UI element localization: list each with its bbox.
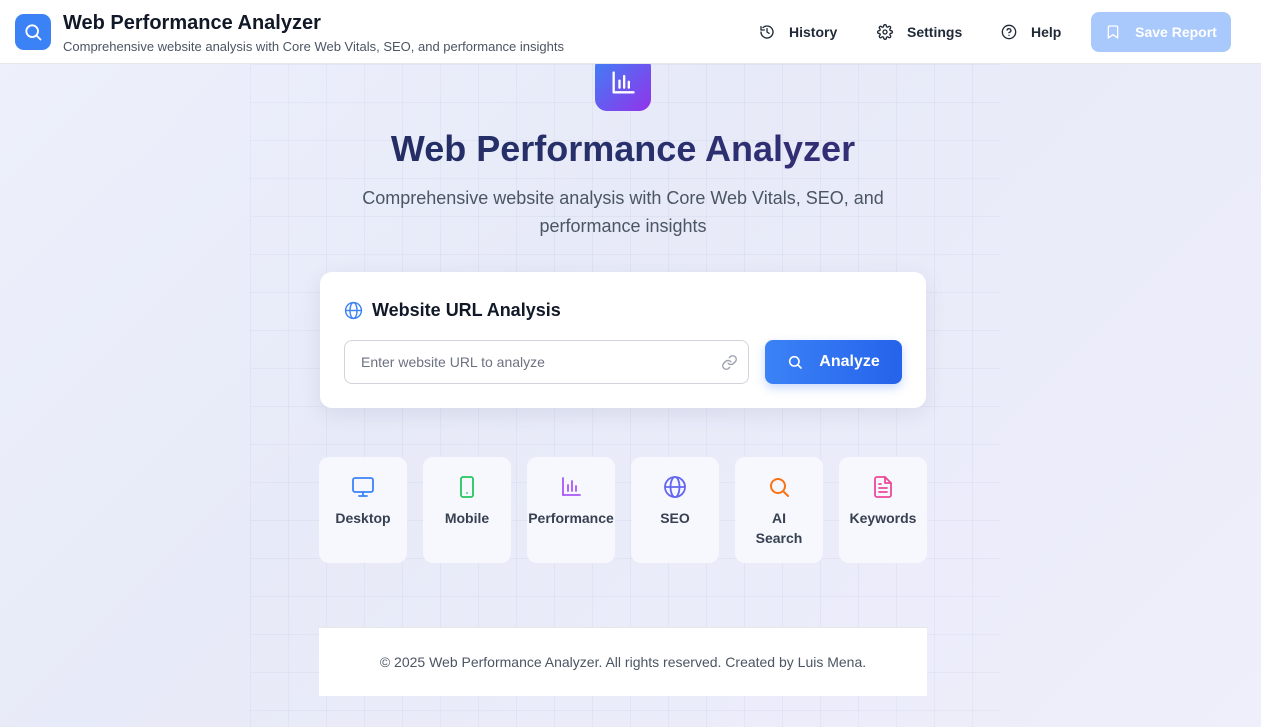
history-label: History [789,24,838,40]
feature-tile-seo: SEO [631,457,719,563]
settings-button[interactable]: Settings [877,20,962,44]
feature-tile-mobile: Mobile [423,457,511,563]
monitor-icon [352,477,374,497]
feature-tile-performance: Performance [527,457,615,563]
feature-label: Performance [528,510,614,526]
feature-label: Mobile [444,510,490,526]
smartphone-icon [460,476,474,498]
file-text-icon [874,476,892,498]
card-heading-label: Website URL Analysis [372,300,561,320]
bar-chart-icon [612,71,635,94]
app-header: Web Performance Analyzer Comprehensive w… [0,0,1261,64]
bar-chart-icon [562,477,581,496]
url-analysis-card: Website URL Analysis Analyze [320,272,926,408]
help-label: Help [1031,24,1062,40]
history-button[interactable]: History [759,20,837,44]
feature-label: SEO [660,510,690,526]
search-icon [770,478,789,497]
footer-copyright: © 2025 Web Performance Analyzer. All rig… [379,654,867,670]
app-title: Web Performance Analyzer [63,12,321,34]
help-button[interactable]: Help [1001,20,1061,44]
app-subtitle: Comprehensive website analysis with Core… [63,39,564,54]
globe-icon [664,476,686,498]
history-icon [760,25,774,39]
hero-title: Web Performance Analyzer [0,128,1246,170]
help-icon [1001,24,1017,40]
page-footer: © 2025 Web Performance Analyzer. All rig… [319,627,927,696]
app-logo [15,14,51,50]
feature-tile-ai-search: AI Search [735,457,823,563]
gear-icon [877,24,893,40]
feature-label: Desktop [335,510,391,526]
feature-label: Keywords [849,510,917,526]
link-icon [722,355,737,370]
feature-label: AI Search [755,510,803,546]
analyze-label: Analyze [819,353,880,370]
hero-subtitle: Comprehensive website analysis with Core… [362,188,884,236]
search-icon [25,24,42,41]
bookmark-icon [1107,25,1119,39]
card-heading: Website URL Analysis [344,300,561,321]
settings-label: Settings [907,24,963,40]
url-input-wrapper [344,340,749,384]
save-report-button[interactable]: Save Report [1091,12,1231,52]
globe-icon [344,301,363,320]
save-report-label: Save Report [1135,24,1217,40]
search-icon [789,355,803,369]
feature-tile-desktop: Desktop [319,457,407,563]
url-input[interactable] [345,341,748,383]
feature-tile-keywords: Keywords [839,457,927,563]
analyze-button[interactable]: Analyze [765,340,902,384]
